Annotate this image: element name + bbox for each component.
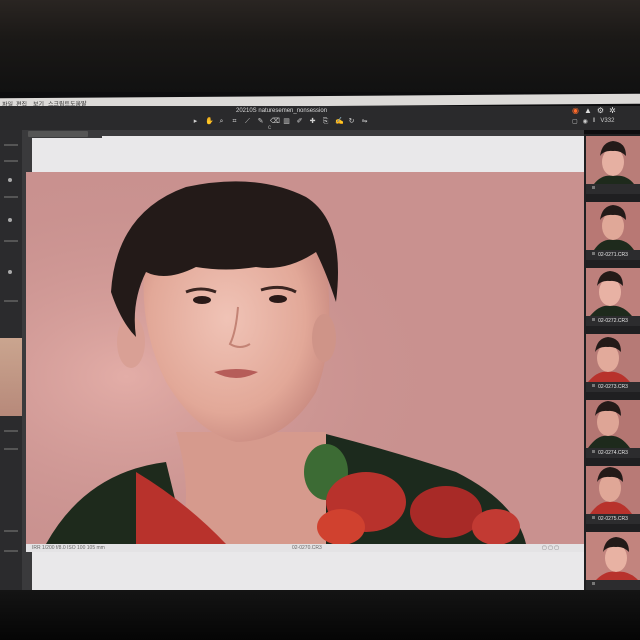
thumbnail[interactable] <box>586 334 640 382</box>
capture-info: IRR 1/200 f/8.0 ISO 100 105 mm <box>32 545 105 551</box>
thumbnail-label <box>586 580 640 590</box>
viewer-controls: ▢ ◉ ‖ V332 <box>572 118 614 125</box>
panel-slider[interactable] <box>4 160 18 162</box>
portrait-image <box>26 172 584 544</box>
thumbnail-label <box>586 184 640 194</box>
panel-slider[interactable] <box>4 240 18 242</box>
panel-slider[interactable] <box>4 300 18 302</box>
thumbnail-image <box>594 205 634 250</box>
gear-icon[interactable]: ⚙ <box>597 106 604 115</box>
thumbnail-image <box>590 467 632 514</box>
thumbnail[interactable] <box>586 400 640 448</box>
version-label: V332 <box>600 118 615 124</box>
thumbnail[interactable] <box>586 532 640 580</box>
main-photo[interactable] <box>26 172 584 544</box>
pause-icon[interactable]: ‖ <box>593 118 595 125</box>
flip-tool-icon[interactable]: ⇋ <box>361 118 368 125</box>
thumbnail-image <box>588 401 630 448</box>
rating-swatch <box>592 186 595 189</box>
thumbnail-image <box>588 337 630 382</box>
view-mode-icons[interactable]: ▢ ▢ ▢ <box>542 545 559 551</box>
thumbnail-label: 02-0271.CR3 <box>586 250 640 260</box>
color-picker-tool-icon[interactable]: ✐ <box>296 118 303 125</box>
left-preview-tile <box>0 338 22 416</box>
thumbnail-image <box>594 141 634 184</box>
thumbnail-image <box>590 271 632 316</box>
panel-knob[interactable] <box>8 270 12 274</box>
panel-slider[interactable] <box>4 144 18 146</box>
window-title: 20210S naturesemen_nonsession <box>236 108 328 114</box>
viewer-top-strip <box>22 130 102 138</box>
capture-icon[interactable]: ◉ <box>572 106 579 115</box>
clone-tool-icon[interactable]: ⎘ <box>322 118 329 125</box>
panel-slider[interactable] <box>4 448 18 450</box>
thumbnail[interactable] <box>586 268 640 316</box>
filmstrip: 02-0271.CR3 02-0272.CR3 02-0273.CR3 02-0… <box>584 134 640 590</box>
app-titlebar: 20210S naturesemen_nonsession ▸ ✋ ⌕ ⌗ ⟋ … <box>0 106 640 131</box>
rating-swatch <box>592 582 595 585</box>
thumbnail-label: 02-0275.CR3 <box>586 514 640 524</box>
thumbnail-label: 02-0273.CR3 <box>586 382 640 392</box>
eye-icon[interactable]: ◉ <box>583 118 588 125</box>
settings-icon[interactable]: ✲ <box>609 106 616 115</box>
warning-icon[interactable]: ▲ <box>584 106 592 115</box>
main-toolbar: ▸ ✋ ⌕ ⌗ ⟋ ✎ ⌫ ▥ ✐ ✚ ⎘ ✍ ↻ ⇋ <box>192 118 368 127</box>
thumbnail-label: 02-0272.CR3 <box>586 316 640 326</box>
rotate-tool-icon[interactable]: ↻ <box>348 118 355 125</box>
rating-swatch <box>592 318 595 321</box>
current-filename: 02-0270.CR3 <box>292 545 322 551</box>
zoom-tool-icon[interactable]: ⌕ <box>218 118 225 125</box>
gradient-tool-icon[interactable]: ▥ <box>283 118 290 125</box>
thumbnail-image <box>596 537 638 580</box>
thumbnail[interactable] <box>586 202 640 250</box>
rating-swatch <box>592 384 595 387</box>
panel-knob[interactable] <box>8 178 12 182</box>
viewer-search-field[interactable] <box>28 131 88 137</box>
annotate-tool-icon[interactable]: ✍ <box>335 118 344 125</box>
rating-swatch <box>592 450 595 453</box>
status-bar: IRR 1/200 f/8.0 ISO 100 105 mm 02-0270.C… <box>26 544 584 552</box>
thumbnail[interactable] <box>586 466 640 514</box>
rating-swatch <box>592 516 595 519</box>
panel-knob[interactable] <box>8 218 12 222</box>
panel-slider[interactable] <box>4 196 18 198</box>
eraser-tool-icon[interactable]: ⌫ <box>270 118 280 125</box>
monitor-bottom-bezel <box>0 590 640 640</box>
brush-tool-icon[interactable]: ✎ <box>257 118 264 125</box>
view-toggle-icon[interactable]: ▢ <box>572 118 578 125</box>
heal-tool-icon[interactable]: ✚ <box>309 118 316 125</box>
thumbnail-label: 02-0274.CR3 <box>586 448 640 458</box>
window-controls: ◉ ▲ ⚙ ✲ <box>572 106 616 115</box>
thumbnail[interactable] <box>586 136 640 184</box>
select-tool-icon[interactable]: ▸ <box>192 118 199 125</box>
hand-tool-icon[interactable]: ✋ <box>205 118 214 125</box>
monitor-top-bezel <box>0 0 640 92</box>
crop-tool-icon[interactable]: ⌗ <box>231 118 238 125</box>
straighten-tool-icon[interactable]: ⟋ <box>244 118 251 125</box>
panel-slider[interactable] <box>4 550 18 552</box>
rating-swatch <box>592 252 595 255</box>
panel-slider[interactable] <box>4 530 18 532</box>
panel-slider[interactable] <box>4 430 18 432</box>
